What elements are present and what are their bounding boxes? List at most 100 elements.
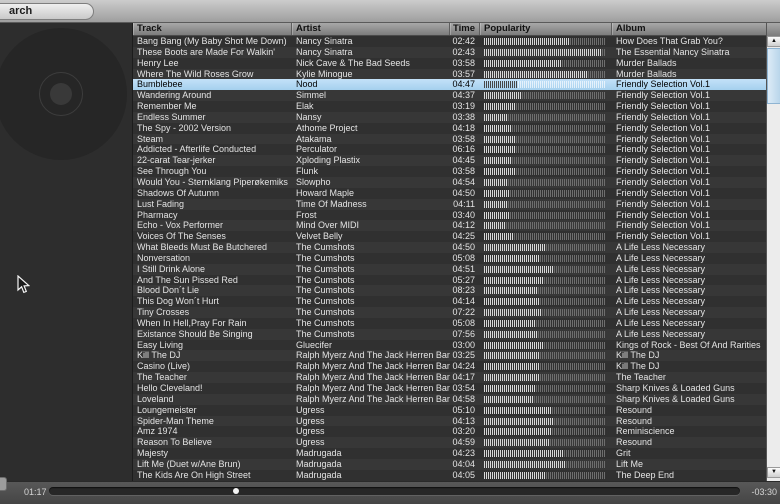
scroll-up-button[interactable]: ▲ — [767, 36, 780, 47]
table-row[interactable]: The Kids Are On High Street Madrugada 04… — [133, 469, 766, 481]
cell-time: 03:54 — [452, 383, 475, 393]
cell-track: Loungemeister — [137, 404, 197, 415]
table-row[interactable]: Tiny Crosses The Cumshots 07:22 A Life L… — [133, 307, 766, 318]
cell-album: Murder Ballads — [616, 57, 677, 68]
table-row[interactable]: These Boots are Made For Walkin' Nancy S… — [133, 46, 766, 58]
table-row[interactable]: This Dog Won´t Hurt The Cumshots 04:14 A… — [133, 296, 766, 308]
table-row[interactable]: 22-carat Tear-jerker Xploding Plastix 04… — [133, 155, 766, 167]
seek-handle[interactable] — [232, 488, 239, 494]
cell-time: 04:59 — [452, 437, 475, 448]
table-row[interactable]: Lift Me (Duet w/Ane Brun) Madrugada 04:0… — [133, 458, 766, 470]
column-header-album[interactable]: Album — [612, 23, 766, 35]
scroll-down-button[interactable]: ▼ — [767, 467, 780, 478]
table-row[interactable]: Wandering Around Simmel 04:37 Friendly S… — [133, 90, 766, 102]
table-row[interactable]: Spider-Man Theme Ugress 04:13 Resound — [133, 415, 766, 427]
table-row[interactable]: Kill The DJ Ralph Myerz And The Jack Her… — [133, 350, 766, 362]
cell-track: These Boots are Made For Walkin' — [137, 46, 275, 57]
table-row[interactable]: Addicted - Afterlife Conducted Perculato… — [133, 144, 766, 156]
vertical-scrollbar[interactable]: ▲ ▼ — [766, 23, 780, 481]
table-row[interactable]: Lust Fading Time Of Madness 04:11 Friend… — [133, 198, 766, 210]
cell-album: Friendly Selection Vol.1 — [616, 101, 711, 112]
popularity-bar — [484, 385, 606, 392]
panel-resize-handle[interactable] — [0, 477, 7, 491]
player-window: arch Track Artist Time Popularity Album … — [0, 0, 780, 504]
table-row[interactable]: Henry Lee Nick Cave & The Bad Seeds 03:5… — [133, 57, 766, 69]
table-row[interactable]: Remember Me Elak 03:19 Friendly Selectio… — [133, 101, 766, 112]
table-row[interactable]: Shadows Of Autumn Howard Maple 04:50 Fri… — [133, 187, 766, 199]
cell-time: 04:24 — [452, 361, 475, 372]
table-header-row: Track Artist Time Popularity Album — [133, 23, 766, 36]
cell-artist: The Cumshots — [296, 307, 355, 318]
table-row[interactable]: Voices Of The Senses Velvet Belly 04:25 … — [133, 231, 766, 243]
table-row[interactable]: When In Hell,Pray For Rain The Cumshots … — [133, 317, 766, 329]
seek-slider[interactable] — [49, 487, 740, 495]
popularity-bar — [484, 92, 606, 100]
table-row[interactable]: Echo - Vox Performer Mind Over MIDI 04:1… — [133, 220, 766, 232]
cell-artist: Nancy Sinatra — [296, 36, 353, 46]
table-row[interactable]: I Still Drink Alone The Cumshots 04:51 A… — [133, 263, 766, 275]
table-row[interactable]: Bumblebee Nood 04:47 Friendly Selection … — [133, 79, 766, 91]
cell-time: 05:08 — [452, 317, 475, 328]
table-row[interactable]: Hello Cleveland! Ralph Myerz And The Jac… — [133, 383, 766, 394]
table-row[interactable]: Reason To Believe Ugress 04:59 Resound — [133, 437, 766, 449]
cell-album: Friendly Selection Vol.1 — [616, 198, 711, 209]
cell-artist: Ugress — [296, 437, 325, 448]
popularity-bar-fill — [484, 406, 552, 414]
cell-track: Loveland — [137, 393, 174, 404]
column-header-time[interactable]: Time — [450, 23, 480, 35]
popularity-bar — [484, 460, 606, 468]
popularity-bar-fill — [484, 233, 514, 241]
popularity-bar — [484, 341, 606, 349]
column-header-popularity[interactable]: Popularity — [480, 23, 612, 35]
table-row[interactable]: Amz 1974 Ugress 03:20 Reminiscience — [133, 426, 766, 438]
cell-artist: Xploding Plastix — [296, 155, 361, 166]
table-row[interactable]: Would You - Sternklang Piperøkemiks Slow… — [133, 176, 766, 188]
album-art-pane — [0, 23, 133, 481]
table-row[interactable]: Nonversation The Cumshots 05:08 A Life L… — [133, 252, 766, 264]
cell-album: Friendly Selection Vol.1 — [616, 166, 711, 177]
table-row[interactable]: Blood Don´t Lie The Cumshots 08:23 A Lif… — [133, 285, 766, 297]
cell-time: 07:22 — [452, 307, 475, 318]
cell-track: Endless Summer — [137, 111, 206, 122]
cell-track: Echo - Vox Performer — [137, 220, 224, 231]
cell-popularity — [480, 340, 612, 351]
cell-artist: Madrugada — [296, 458, 342, 469]
table-row[interactable]: Endless Summer Nansy 03:38 Friendly Sele… — [133, 111, 766, 123]
cell-artist: Nick Cave & The Bad Seeds — [296, 57, 410, 68]
table-row[interactable]: Casino (Live) Ralph Myerz And The Jack H… — [133, 361, 766, 373]
cell-time: 03:58 — [452, 57, 475, 68]
cell-track: Lust Fading — [137, 198, 185, 209]
cell-album: A Life Less Necessary — [616, 252, 706, 263]
table-row[interactable]: Existance Should Be Singing The Cumshots… — [133, 328, 766, 340]
table-row[interactable]: Where The Wild Roses Grow Kylie Minogue … — [133, 68, 766, 80]
cell-album: The Essential Nancy Sinatra — [616, 46, 730, 57]
cell-popularity — [480, 177, 612, 188]
column-header-track[interactable]: Track — [133, 23, 292, 35]
cell-popularity — [480, 426, 612, 437]
table-row[interactable]: Easy Living Gluecifer 03:00 Kings of Roc… — [133, 339, 766, 351]
cell-artist: Ralph Myerz And The Jack Herren Band — [296, 393, 450, 404]
cell-time: 03:19 — [452, 101, 475, 112]
cell-time: 04:05 — [452, 469, 475, 480]
cell-popularity — [480, 285, 612, 296]
scrollbar-thumb[interactable] — [767, 48, 780, 104]
column-header-artist[interactable]: Artist — [292, 23, 450, 35]
top-toolbar: arch — [0, 0, 780, 23]
cell-artist: Nancy Sinatra — [296, 46, 353, 57]
search-button[interactable]: arch — [0, 3, 94, 20]
cell-album: Friendly Selection Vol.1 — [616, 176, 711, 187]
table-row[interactable]: Majesty Madrugada 04:23 Grit — [133, 448, 766, 459]
table-row[interactable]: Pharmacy Frost 03:40 Friendly Selection … — [133, 209, 766, 221]
popularity-bar — [484, 178, 606, 186]
popularity-bar-fill — [484, 395, 535, 403]
cell-artist: Ugress — [296, 404, 325, 415]
table-row[interactable]: See Through You Flunk 03:58 Friendly Sel… — [133, 166, 766, 177]
table-row[interactable]: What Bleeds Must Be Butchered The Cumsho… — [133, 242, 766, 253]
table-row[interactable]: Loveland Ralph Myerz And The Jack Herren… — [133, 393, 766, 405]
table-row[interactable]: The Spy - 2002 Version Athome Project 04… — [133, 122, 766, 134]
table-row[interactable]: Steam Atakama 03:58 Friendly Selection V… — [133, 133, 766, 145]
table-row[interactable]: The Teacher Ralph Myerz And The Jack Her… — [133, 372, 766, 383]
table-row[interactable]: And The Sun Pissed Red The Cumshots 05:2… — [133, 274, 766, 286]
table-row[interactable]: Loungemeister Ugress 05:10 Resound — [133, 404, 766, 416]
table-row[interactable]: Bang Bang (My Baby Shot Me Down) Nancy S… — [133, 36, 766, 47]
